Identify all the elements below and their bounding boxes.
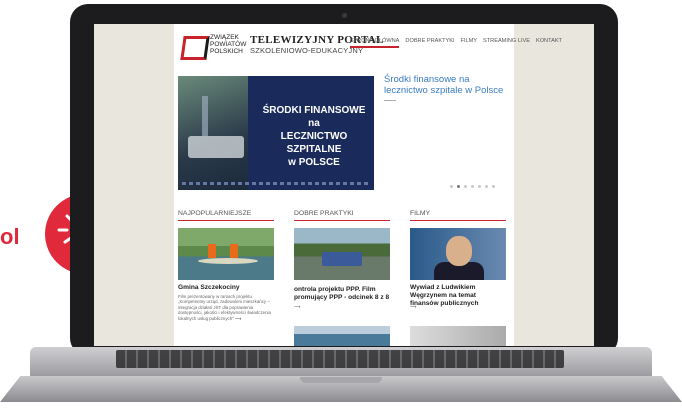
hero-line: w POLSCE [288,157,340,168]
hero-photo [178,76,248,190]
video-thumbnail[interactable] [410,326,506,346]
hero-slide[interactable]: ŚRODKI FINANSOWE na LECZNICTWO SZPITALNE… [178,76,374,190]
slider-dots [450,185,495,188]
nav-item-home[interactable]: STRONA GŁÓWNA [350,38,400,48]
laptop-screen: ZWIĄZEK POWIATÓW POLSKICH TELEWIZYJNY PO… [94,24,594,346]
section-heading-popular: NAJPOPULARNIEJSZE [178,210,274,221]
video-thumbnail[interactable] [410,228,506,280]
logo-org-line: POWIATÓW [210,41,247,48]
video-description: Film prezentowany w ramach projektu „Kom… [178,294,274,321]
video-thumbnail[interactable] [178,228,274,280]
slider-dot[interactable] [485,185,488,188]
slider-dot[interactable] [478,185,481,188]
section-heading-good-practices: DOBRE PRAKTYKI [294,210,390,221]
nav-item-good-practices[interactable]: DOBRE PRAKTYKI [405,38,454,48]
slider-dot-active[interactable] [457,185,460,188]
arrow-right-icon[interactable] [384,100,396,101]
cropped-heading-text: ol [0,224,20,249]
slider-dot[interactable] [471,185,474,188]
logo-org[interactable]: ZWIĄZEK POWIATÓW POLSKICH [210,34,246,55]
logo-icon [180,36,210,60]
hero-line: ŚRODKI FINANSOWE [262,105,366,116]
video-title[interactable]: Gmina Szczekociny [178,284,274,292]
arrow-right-icon[interactable]: ⟶ [294,304,390,309]
nav-item-contact[interactable]: KONTAKT [536,38,562,48]
hero-caption: ŚRODKI FINANSOWE na LECZNICTWO SZPITALNE… [256,104,372,169]
section-heading-films: FILMY [410,210,506,221]
video-thumbnail[interactable] [294,326,390,346]
logo-org-line: ZWIĄZEK [210,34,239,41]
slider-dot[interactable] [464,185,467,188]
nav-item-films[interactable]: FILMY [461,38,477,48]
web-page: ZWIĄZEK POWIATÓW POLSKICH TELEWIZYJNY PO… [174,24,562,346]
video-title[interactable]: ontrola projektu PPP. Film promujący PPP… [294,286,390,302]
laptop-keyboard [116,350,564,368]
nav-item-streaming[interactable]: STREAMING LIVE [483,38,530,48]
camera-icon [342,13,347,18]
slider-dot[interactable] [450,185,453,188]
hero-ticker [182,182,370,185]
arrow-right-icon[interactable]: ⟶ [235,316,241,321]
slide-title-link[interactable]: Środki finansowe na lecznictwo szpitale … [384,74,504,96]
hero-line: na [308,118,320,129]
hero-photo-detail [188,136,244,158]
hero-photo-detail [202,96,208,136]
arrow-right-icon[interactable]: ⟶ [410,304,506,309]
portal-subtitle: SZKOLENIOWO-EDUKACYJNY [250,46,364,55]
video-description-text: Film prezentowany w ramach projektu „Kom… [178,294,271,321]
main-nav: STRONA GŁÓWNA DOBRE PRAKTYKI FILMY STREA… [350,38,562,48]
logo-org-line: POLSKICH [210,48,243,55]
hero-line: LECZNICTWO SZPITALNE [280,131,348,155]
video-thumbnail[interactable] [294,228,390,280]
laptop-notch [300,377,382,383]
slider-dot[interactable] [492,185,495,188]
